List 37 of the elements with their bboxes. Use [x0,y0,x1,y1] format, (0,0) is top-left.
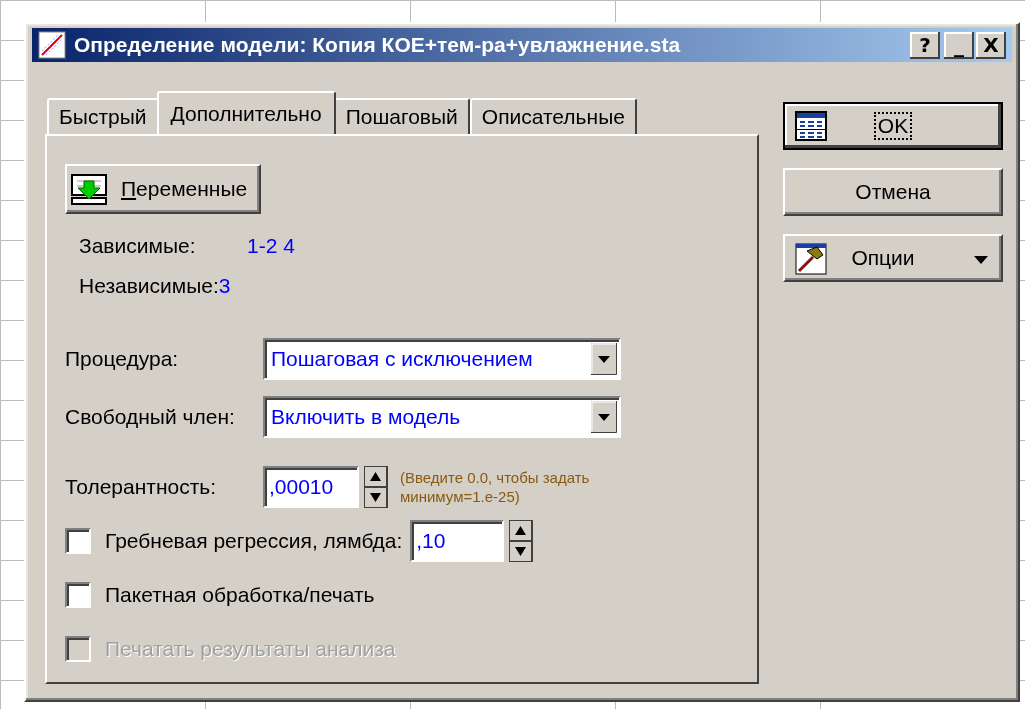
dropdown-arrow-icon [591,401,617,433]
variables-value: 3 [218,274,231,298]
variables-label: Зависимые: [79,234,197,258]
variables-button[interactable]: Переменные [65,164,262,214]
checkbox-label: Гребневая регрессия, лямбда: [105,529,403,553]
checkbox-label: Пакетная обработка/печать [105,583,375,607]
options-button[interactable]: Опции [783,234,1003,282]
spinner-icon [364,466,388,508]
hint-text: (Введите 0.0, чтобы задать минимум=1.e-25) [400,468,591,506]
field-label: Процедура: [65,347,180,371]
close-button[interactable]: X [976,31,1006,59]
tab[interactable]: Быстрый [47,98,159,134]
checkbox[interactable] [65,528,91,554]
field-label: Свободный член: [65,405,236,429]
download-arrow-icon [71,173,107,205]
checkbox[interactable] [65,582,91,608]
variables-label: Независимые: [79,274,219,298]
cancel-button[interactable]: Отмена [783,168,1003,216]
tolerance-field[interactable]: ,00010 [263,466,359,508]
tab[interactable]: Описательные [469,98,637,134]
lambda-field[interactable]: ,10 [410,520,505,562]
spinner-icon [509,520,534,562]
hammer-icon [795,243,827,275]
dropdown-field[interactable]: Включить в модель [263,396,621,438]
caret-icon [973,255,989,265]
variables-value: 1-2 4 [247,234,295,258]
field-label: Толерантность: [65,475,218,499]
help-button[interactable]: ? [910,31,940,59]
app-icon [38,31,66,59]
table-icon [795,111,827,141]
minimize-button[interactable]: _ [944,31,974,59]
ok-button[interactable]: OK [783,102,1003,150]
window-title: Определение модели: Копия КОЕ+тем-ра+увлажнение.sta [74,33,682,57]
dropdown-arrow-icon [591,343,617,375]
tab[interactable]: Дополнительно [156,91,336,134]
tab[interactable]: Пошаговый [333,98,470,134]
dropdown-field[interactable]: Пошаговая с исключением [263,338,621,380]
